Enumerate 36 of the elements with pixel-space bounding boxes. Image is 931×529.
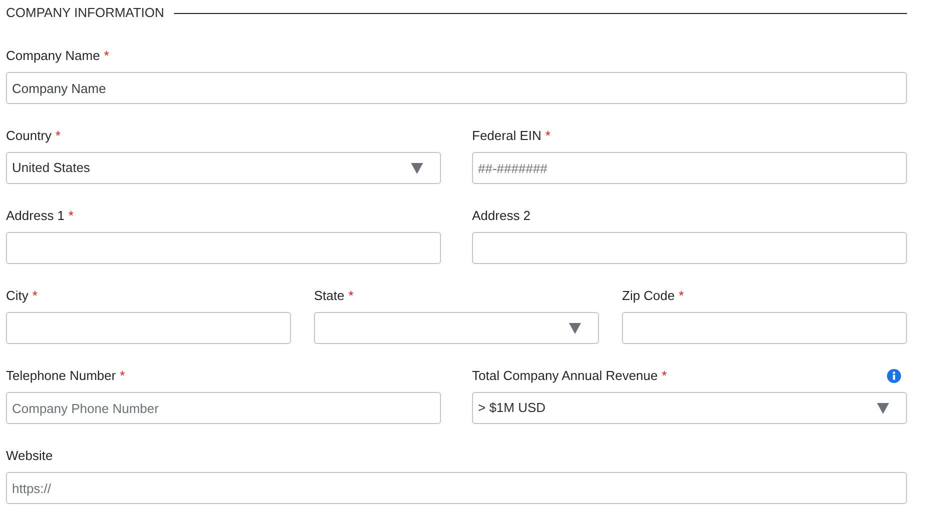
select-field[interactable]: United States — [6, 152, 441, 184]
field-label: Company Name — [6, 47, 100, 66]
field-label: Address 1 — [6, 207, 65, 226]
input-field[interactable] — [6, 312, 291, 344]
required-mark: * — [56, 127, 61, 146]
field-label: Telephone Number — [6, 367, 116, 386]
required-mark: * — [348, 287, 354, 306]
required-mark: * — [32, 287, 38, 306]
dropdown-arrow-icon — [877, 402, 889, 414]
input-field[interactable]: https:// — [6, 472, 907, 504]
field-label: Federal EIN — [472, 127, 542, 146]
input-field[interactable]: ##-####### — [472, 152, 907, 184]
input-field[interactable] — [6, 232, 441, 264]
dropdown-arrow-icon — [569, 322, 581, 334]
input-field[interactable] — [622, 312, 907, 344]
required-mark: * — [662, 367, 667, 386]
input-field[interactable]: Company Name — [6, 72, 907, 104]
field-label: Total Company Annual Revenue — [472, 367, 658, 386]
input-field[interactable] — [472, 232, 907, 264]
field-label: Website — [6, 447, 53, 466]
required-mark: * — [120, 367, 125, 386]
field-label: State — [314, 287, 344, 306]
input-field[interactable]: Company Phone Number — [6, 392, 441, 424]
field-label: Address 2 — [472, 207, 531, 226]
required-mark: * — [68, 207, 74, 226]
select-field[interactable]: > $1M USD — [472, 392, 907, 424]
field-label: Zip Code — [622, 287, 675, 306]
field-label: City — [6, 287, 28, 306]
dropdown-arrow-icon — [411, 162, 423, 174]
field-label: Country — [6, 127, 52, 146]
section-title: COMPANY INFORMATION — [6, 4, 164, 22]
required-mark: * — [545, 127, 550, 146]
required-mark: * — [678, 287, 684, 306]
required-mark: * — [104, 47, 109, 66]
info-icon[interactable] — [887, 369, 901, 383]
select-field[interactable] — [314, 312, 599, 344]
